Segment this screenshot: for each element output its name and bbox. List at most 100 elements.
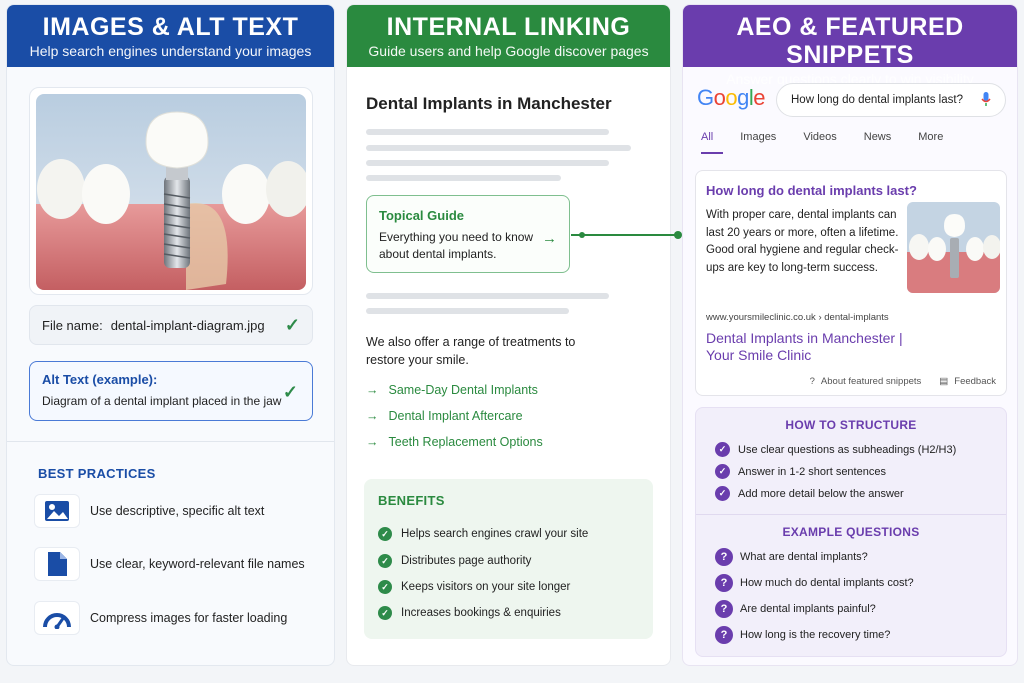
check-icon: ✓ [378,580,392,594]
file-name-label: File name: [42,317,103,333]
feedback-link[interactable]: Feedback [954,376,996,387]
text-placeholder [366,308,569,314]
tab-more[interactable]: More [918,131,943,143]
benefit-item: ✓ Distributes page authority [378,554,531,568]
implant-image [36,94,306,290]
feedback-icon: ▤ [939,376,949,387]
check-icon: ✓ [715,486,730,501]
question-icon: ? [715,600,733,618]
linking-header: INTERNAL LINKING Guide users and help Go… [347,5,670,67]
file-name-value: dental-implant-diagram.jpg [110,317,265,333]
guide-label: Topical Guide [379,208,464,223]
snippet-thumbnail [907,202,1000,293]
tab-images[interactable]: Images [740,131,776,143]
example-question: ? What are dental implants? [715,548,868,566]
structure-title: HOW TO STRUCTURE [785,418,917,432]
tab-videos[interactable]: Videos [803,131,836,143]
active-tab-indicator [701,152,723,154]
benefits-box: BENEFITS ✓ Helps search engines crawl you… [364,479,653,639]
images-alt-text-panel: IMAGES & ALT TEXT Help search engines un… [6,4,335,666]
mic-icon[interactable] [981,91,991,110]
check-icon: ✓ [378,527,392,541]
images-subtitle: Help search engines understand your imag… [29,43,312,59]
structure-box: HOW TO STRUCTURE ✓ Use clear questions as… [695,407,1007,657]
snippet-answer: With proper care, dental implants can la… [706,209,899,274]
structure-item: ✓ Answer in 1-2 short sentences [715,464,886,479]
practice-item: Compress images for faster loading [34,601,287,635]
practice-text: Use descriptive, specific alt text [90,504,265,518]
practice-item: Use clear, keyword-relevant file names [34,547,305,581]
check-icon: ✓ [282,382,298,402]
page-title: Dental Implants in Manchester [366,94,612,113]
featured-snippet: How long do dental implants last? With p… [695,170,1007,396]
connector-dot [674,231,682,239]
internal-linking-panel: INTERNAL LINKING Guide users and help Go… [346,4,671,666]
aeo-snippets-panel: AEO & FEATURED SNIPPETS Answer questions… [682,4,1018,666]
structure-item: ✓ Use clear questions as subheadings (H2/… [715,442,956,457]
benefits-title: BENEFITS [378,493,445,508]
images-header: IMAGES & ALT TEXT Help search engines un… [7,5,334,67]
alt-text-label: Alt Text (example): [42,372,158,387]
text-placeholder [366,129,609,135]
gauge-icon [34,601,80,635]
benefit-item: ✓ Keeps visitors on your site longer [378,580,570,594]
internal-link[interactable]: → Same-Day Dental Implants [366,383,538,397]
guide-text: Everything you need to know about dental… [379,230,534,261]
linking-title: INTERNAL LINKING [386,13,631,41]
snippet-footer: ? About featured snippets ▤ Feedback [804,376,996,387]
search-input[interactable]: How long do dental implants last? [776,83,1006,117]
aeo-header: AEO & FEATURED SNIPPETS Answer questions… [683,5,1017,87]
tab-news[interactable]: News [864,131,892,143]
topical-guide-link[interactable]: Topical Guide Everything you need to kno… [366,195,570,273]
internal-link[interactable]: → Dental Implant Aftercare [366,409,523,423]
images-title: IMAGES & ALT TEXT [42,13,299,41]
question-icon: ? [715,548,733,566]
image-icon [34,494,80,528]
snippet-title-link[interactable]: Dental Implants in Manchester | Your Smi… [706,330,926,364]
check-icon: ✓ [715,442,730,457]
google-logo: Google [697,85,766,110]
practice-text: Use clear, keyword-relevant file names [90,557,305,571]
implant-image-card [29,87,313,295]
help-icon: ? [809,376,815,387]
alt-text-box: Alt Text (example): Diagram of a dental … [29,361,313,421]
snippet-question: How long do dental implants last? [706,183,917,198]
internal-link[interactable]: → Teeth Replacement Options [366,435,543,449]
question-icon: ? [715,626,733,644]
text-placeholder [366,293,609,299]
practice-item: Use descriptive, specific alt text [34,494,264,528]
benefit-item: ✓ Helps search engines crawl your site [378,527,588,541]
file-name-row: File name: dental-implant-diagram.jpg ✓ [29,305,313,345]
arrow-right-icon: → [542,230,557,247]
check-icon: ✓ [378,606,392,620]
tab-all[interactable]: All [701,131,713,143]
example-question: ? How much do dental implants cost? [715,574,914,592]
connector-dot [579,232,585,238]
benefit-item: ✓ Increases bookings & enquiries [378,606,561,620]
text-placeholder [366,160,609,166]
about-snippets-link[interactable]: About featured snippets [821,376,921,387]
linking-subtitle: Guide users and help Google discover pag… [368,43,649,59]
divider [7,441,334,442]
divider [696,514,1006,515]
arrow-right-icon: → [366,409,379,423]
aeo-title: AEO & FEATURED SNIPPETS [736,13,964,69]
best-practices-title: BEST PRACTICES [38,466,156,481]
alt-text-value: Diagram of a dental implant placed in th… [42,394,282,408]
example-question: ? How long is the recovery time? [715,626,890,644]
check-icon: ✓ [284,314,300,335]
search-tabs: All Images Videos News More [701,131,970,143]
example-question: ? Are dental implants painful? [715,600,876,618]
practice-text: Compress images for faster loading [90,611,288,625]
text-placeholder [366,175,561,181]
snippet-url: www.yoursmileclinic.co.uk › dental-impla… [706,312,889,323]
search-query: How long do dental implants last? [791,94,963,106]
text-placeholder [366,145,631,151]
structure-item: ✓ Add more detail below the answer [715,486,904,501]
check-icon: ✓ [378,554,392,568]
file-icon [34,547,80,581]
treatments-paragraph: We also offer a range of treatments to r… [366,335,576,367]
arrow-right-icon: → [366,435,379,449]
question-icon: ? [715,574,733,592]
examples-title: EXAMPLE QUESTIONS [782,525,920,539]
